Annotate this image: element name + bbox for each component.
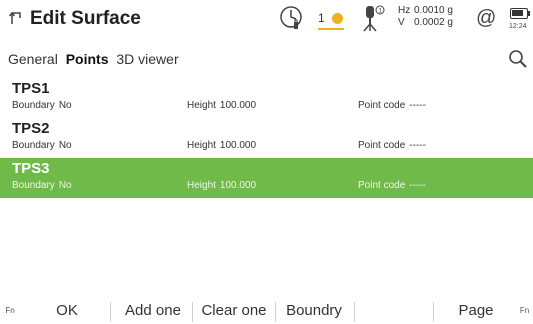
page-button[interactable]: Page bbox=[436, 298, 516, 324]
battery-tip bbox=[528, 11, 530, 16]
point-code-field: Point code ----- bbox=[358, 99, 426, 113]
tracking-icon[interactable] bbox=[279, 5, 305, 31]
point-row-tps1[interactable]: TPS1 Boundary No Height 100.000 Point code… bbox=[0, 78, 533, 118]
fn-left-button[interactable]: Fn bbox=[0, 298, 20, 324]
clock: 12:24 bbox=[509, 23, 527, 30]
point-name: TPS2 bbox=[12, 120, 50, 137]
ok-button[interactable]: OK bbox=[36, 298, 98, 324]
height-label: Height bbox=[187, 100, 216, 111]
boundary-field: Boundary No bbox=[12, 139, 72, 153]
satellite-count: 1 bbox=[318, 11, 325, 25]
tab-general[interactable]: General bbox=[8, 50, 58, 68]
tab-3d-viewer[interactable]: 3D viewer bbox=[116, 50, 178, 68]
v-label: V bbox=[398, 17, 405, 28]
page-title: Edit Surface bbox=[30, 8, 141, 29]
point-code-label: Point code bbox=[358, 100, 406, 111]
height-value: 100.000 bbox=[219, 140, 257, 151]
height-field: Height 100.000 bbox=[187, 99, 256, 113]
boundary-field: Boundary No bbox=[12, 179, 72, 193]
boundary-label: Boundary bbox=[12, 100, 55, 111]
prism-icon[interactable]: 1 bbox=[359, 4, 385, 32]
v-value: 0.0002 g bbox=[414, 17, 453, 28]
clear-one-button[interactable]: Clear one bbox=[194, 298, 274, 324]
precision-readout: Hz 0.0010 g V 0.0002 g bbox=[398, 5, 453, 29]
height-field: Height 100.000 bbox=[187, 139, 256, 153]
height-label: Height bbox=[187, 180, 216, 191]
boundary-label: Boundary bbox=[12, 180, 55, 191]
point-code-value: ----- bbox=[409, 140, 426, 151]
points-list: TPS1 Boundary No Height 100.000 Point code… bbox=[0, 78, 533, 198]
boundary-value: No bbox=[58, 100, 72, 111]
add-one-button[interactable]: Add one bbox=[114, 298, 192, 324]
point-code-label: Point code bbox=[358, 180, 406, 191]
point-name: TPS1 bbox=[12, 80, 50, 97]
battery-icon bbox=[510, 8, 528, 19]
separator bbox=[110, 302, 111, 322]
separator bbox=[433, 302, 434, 322]
satellite-icon bbox=[332, 13, 343, 24]
boundary-value: No bbox=[58, 140, 72, 151]
point-code-field: Point code ----- bbox=[358, 179, 426, 193]
boundary-label: Boundary bbox=[12, 140, 55, 151]
point-row-tps3[interactable]: TPS3 Boundary No Height 100.000 Point code… bbox=[0, 158, 533, 198]
point-row-tps2[interactable]: TPS2 Boundary No Height 100.000 Point code… bbox=[0, 118, 533, 158]
tab-bar: General Points 3D viewer bbox=[8, 50, 183, 68]
height-label: Height bbox=[187, 140, 216, 151]
connection-icon[interactable]: @ bbox=[476, 8, 496, 28]
title-bar: Edit Surface 1 1 Hz 0.0010 g V 0.0002 g @ … bbox=[0, 0, 533, 40]
svg-text:1: 1 bbox=[378, 8, 382, 15]
hz-label: Hz bbox=[398, 5, 411, 16]
search-icon[interactable] bbox=[508, 49, 528, 69]
point-code-value: ----- bbox=[409, 180, 426, 191]
boundary-value: No bbox=[58, 180, 72, 191]
separator bbox=[192, 302, 193, 322]
point-code-field: Point code ----- bbox=[358, 139, 426, 153]
boundary-field: Boundary No bbox=[12, 99, 72, 113]
hz-value: 0.0010 g bbox=[414, 5, 453, 16]
function-key-bar: Fn OK Add one Clear one Boundry Page Fn bbox=[0, 298, 533, 324]
height-field: Height 100.000 bbox=[187, 179, 256, 193]
back-icon[interactable] bbox=[8, 10, 24, 26]
separator bbox=[354, 302, 355, 322]
fn-right-button[interactable]: Fn bbox=[516, 298, 533, 324]
height-value: 100.000 bbox=[219, 180, 257, 191]
height-value: 100.000 bbox=[219, 100, 257, 111]
point-code-value: ----- bbox=[409, 100, 426, 111]
tab-points[interactable]: Points bbox=[66, 50, 109, 68]
satellite-underline bbox=[318, 28, 344, 30]
boundry-button[interactable]: Boundry bbox=[276, 298, 352, 324]
point-name: TPS3 bbox=[12, 160, 50, 177]
satellite-indicator[interactable]: 1 bbox=[318, 9, 350, 31]
point-code-label: Point code bbox=[358, 140, 406, 151]
